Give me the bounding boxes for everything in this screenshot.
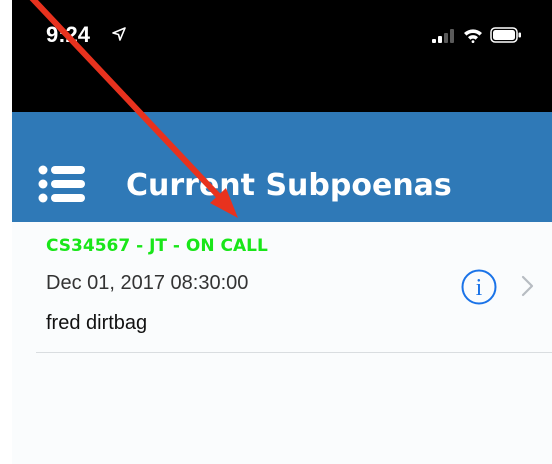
page-title: Current Subpoenas [126, 168, 452, 203]
status-time: 9:24 [46, 22, 91, 47]
wifi-icon [464, 29, 482, 43]
info-icon[interactable]: i [460, 268, 498, 306]
battery-icon [490, 27, 521, 43]
location-arrow-icon [112, 27, 126, 41]
subpoena-name: fred dirtbag [46, 312, 148, 334]
subpoena-list: CS34567 - JT - ON CALL Dec 01, 2017 08:3… [12, 222, 552, 353]
phone-screen: 9:24 Current Subpoenas CS34567 - JT - ON… [12, 0, 552, 464]
status-bar: 9:24 [12, 0, 552, 112]
hamburger-menu-icon[interactable] [38, 164, 86, 204]
cellular-signal-icon [432, 29, 454, 43]
subpoena-date: Dec 01, 2017 08:30:00 [46, 272, 249, 294]
subpoena-list-item[interactable]: CS34567 - JT - ON CALL Dec 01, 2017 08:3… [12, 222, 552, 353]
chevron-right-icon[interactable] [520, 274, 536, 298]
svg-text:i: i [476, 275, 483, 301]
subpoena-title: CS34567 - JT - ON CALL [46, 236, 268, 256]
list-divider [36, 352, 552, 353]
navigation-bar: Current Subpoenas [12, 112, 552, 222]
